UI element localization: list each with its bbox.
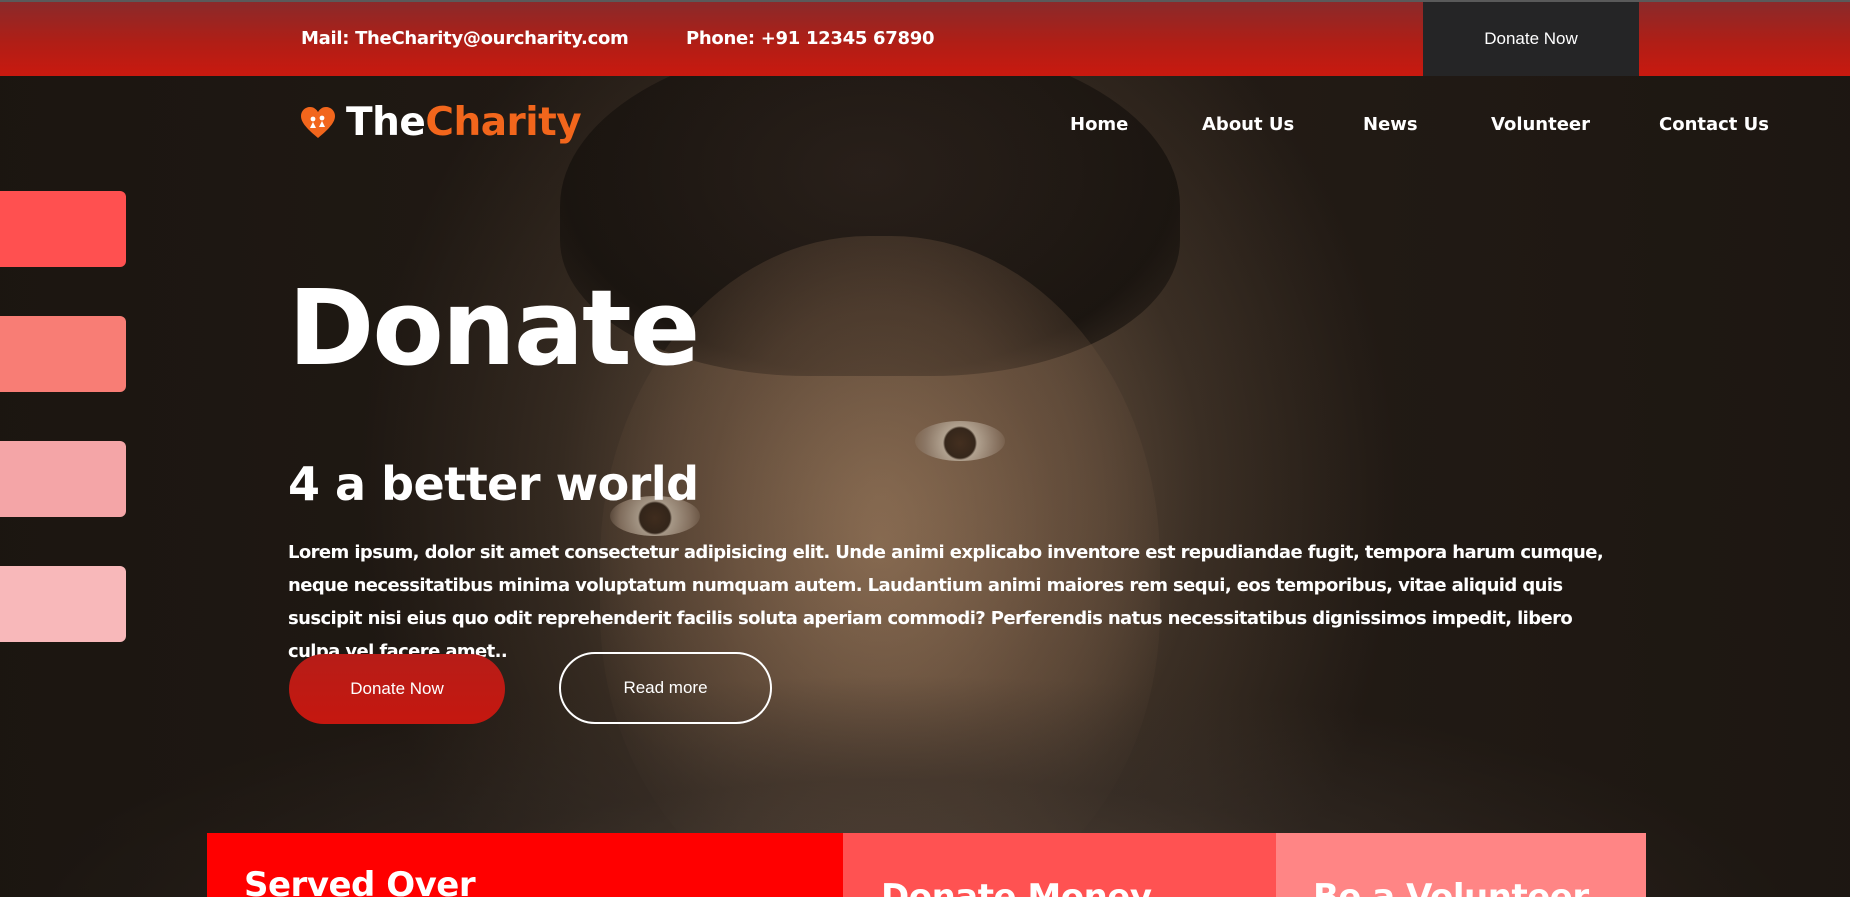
card-title: Served Over [244,865,476,897]
side-swatch-3[interactable] [0,441,126,517]
nav-contact-us[interactable]: Contact Us [1659,114,1769,135]
side-swatch-1[interactable] [0,191,126,267]
card-served-over[interactable]: Served Over [207,833,843,897]
card-donate-money[interactable]: Donate Money [843,833,1276,897]
nav-news[interactable]: News [1363,114,1418,135]
site-logo[interactable]: The Charity [300,100,582,145]
donate-now-top-button[interactable]: Donate Now [1423,2,1639,76]
side-swatch-2[interactable] [0,316,126,392]
logo-text-the: The [346,100,426,145]
donate-now-button[interactable]: Donate Now [289,654,505,724]
hero-subtitle: 4 a better world [288,457,699,511]
card-title: Donate Money [881,877,1152,897]
side-swatch-4[interactable] [0,566,126,642]
nav-about-us[interactable]: About Us [1202,114,1294,135]
contact-phone[interactable]: Phone: +91 12345 67890 [686,28,934,49]
nav-home[interactable]: Home [1070,114,1128,135]
logo-text-charity: Charity [425,100,582,145]
nav-volunteer[interactable]: Volunteer [1491,114,1590,135]
hero-overlay [0,76,1850,897]
read-more-button[interactable]: Read more [559,652,772,724]
hero-description: Lorem ipsum, dolor sit amet consectetur … [288,542,1604,662]
heart-icon [301,106,335,138]
hero-background [0,76,1850,897]
hero-title: Donate [288,267,700,389]
contact-mail[interactable]: Mail: TheCharity@ourcharity.com [301,28,629,49]
card-title: Be a Volunteer [1313,877,1589,897]
card-be-a-volunteer[interactable]: Be a Volunteer [1276,833,1646,897]
top-contact-bar: Mail: TheCharity@ourcharity.com Phone: +… [0,0,1850,76]
